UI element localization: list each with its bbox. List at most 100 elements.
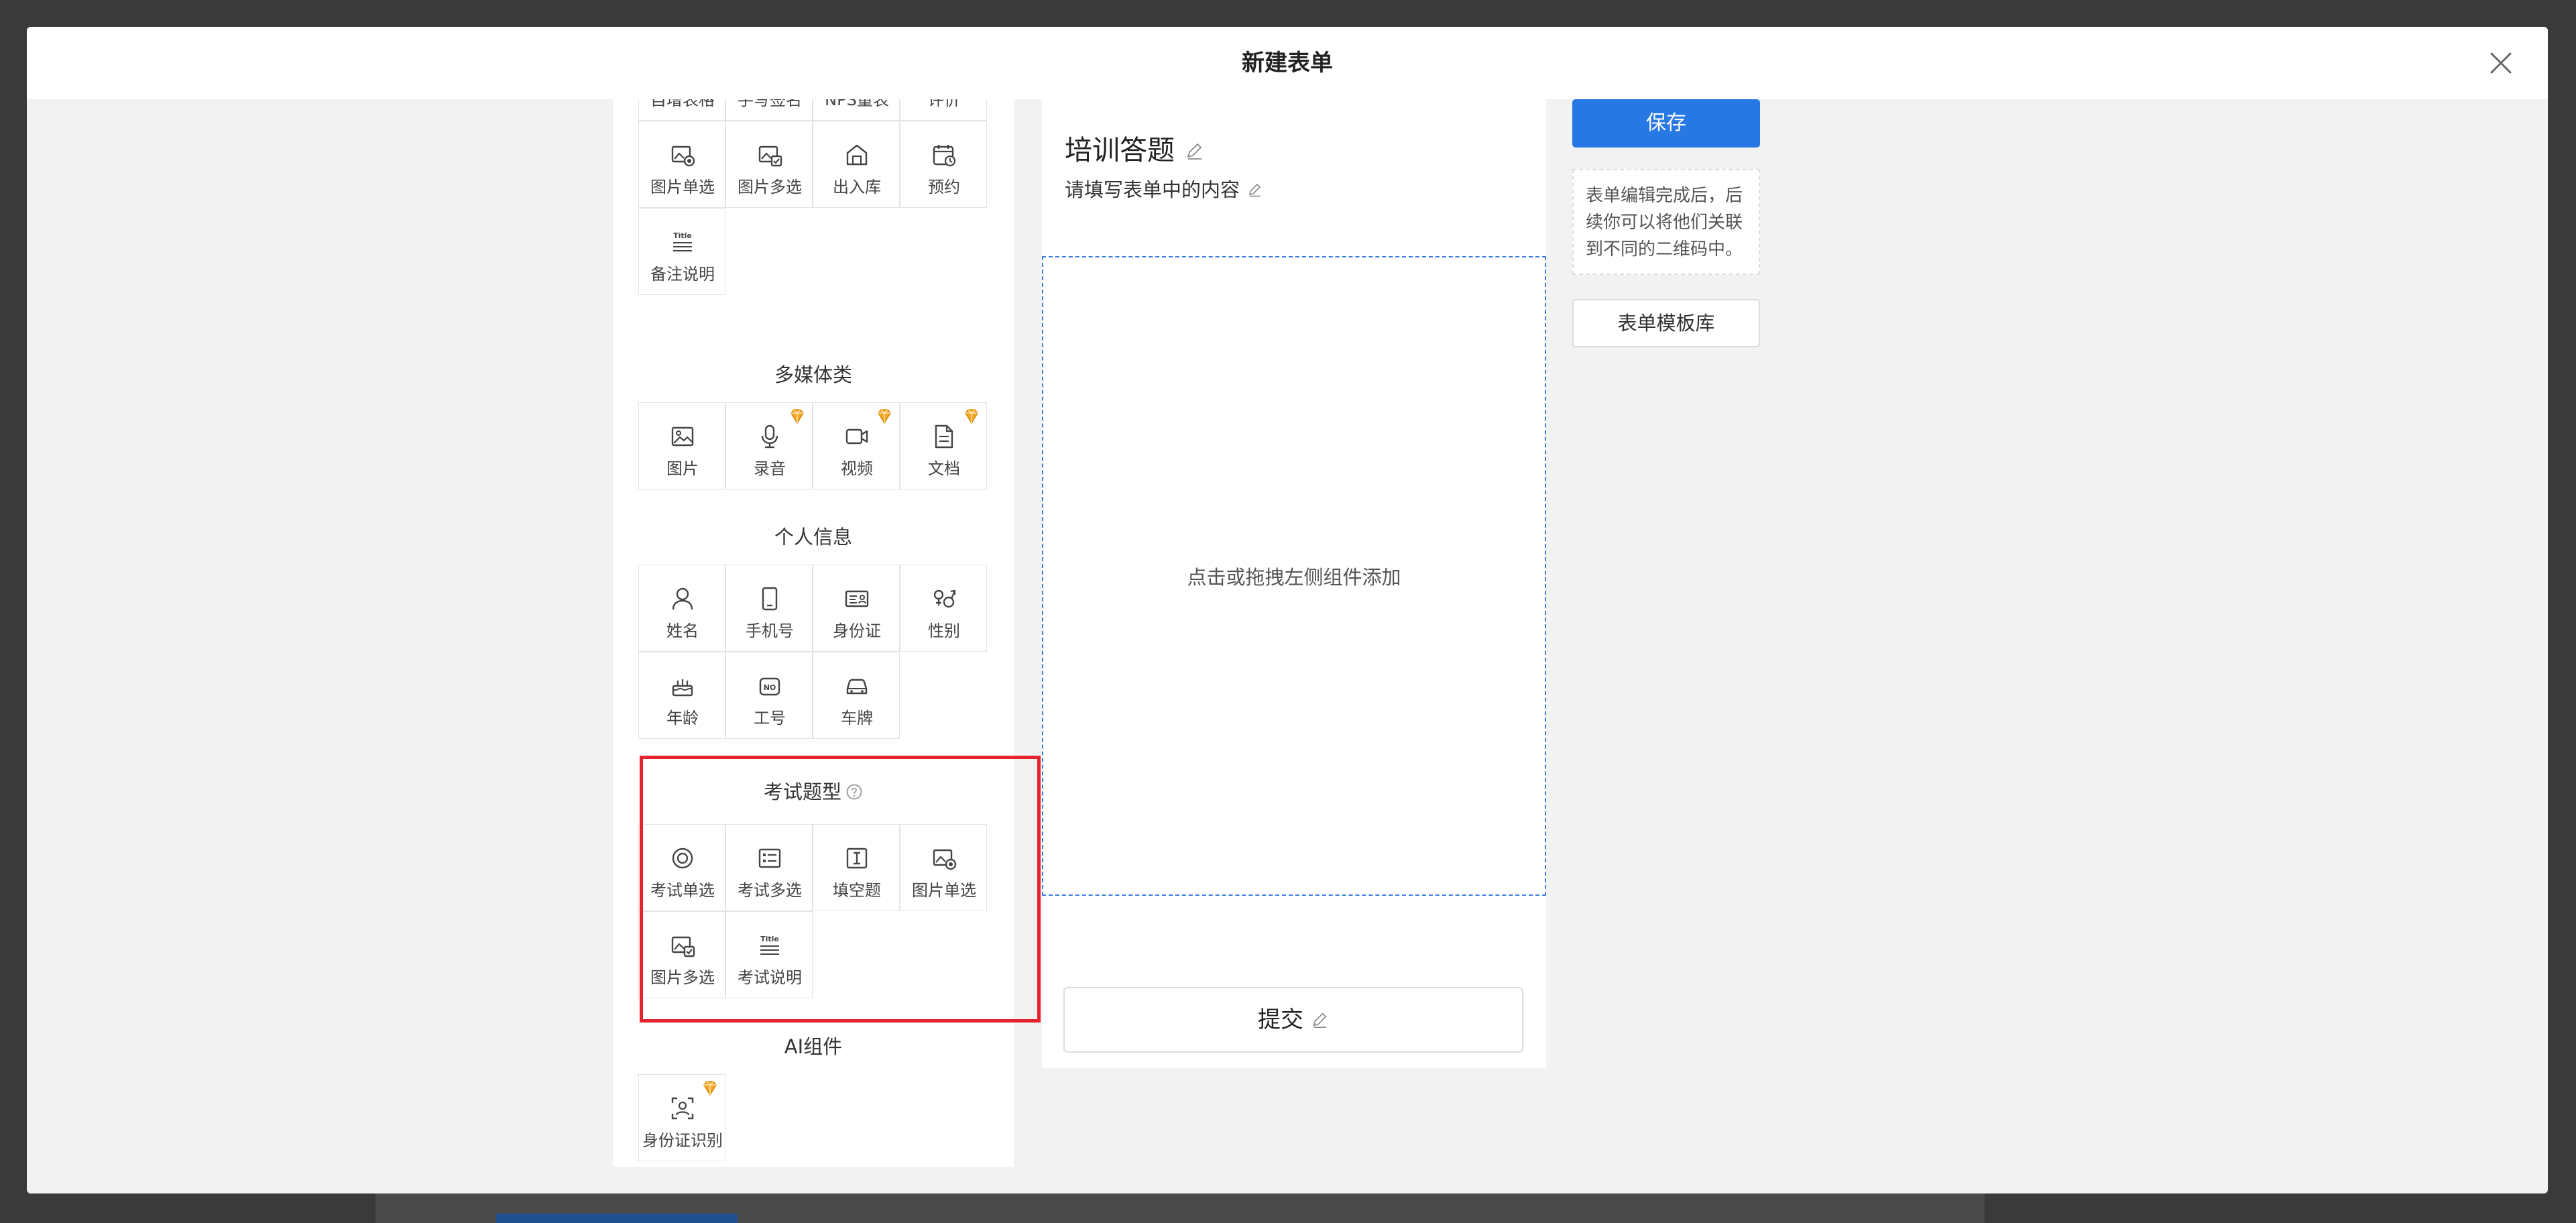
- component-exam-radio[interactable]: 考试单选: [638, 824, 725, 911]
- text-cursor-icon: [843, 845, 870, 872]
- microphone-icon: [756, 423, 783, 450]
- radio-icon: [669, 845, 696, 872]
- section-title-exam: 考试题型: [613, 776, 1014, 805]
- title-note-icon: Title: [669, 229, 696, 255]
- component-video[interactable]: 视频: [813, 402, 900, 489]
- component-label: 身份证: [833, 622, 881, 640]
- component-label: 手机号: [746, 622, 794, 640]
- id-card-icon: [843, 585, 870, 612]
- document-icon: [931, 423, 957, 450]
- component-label: 考试单选: [650, 881, 715, 900]
- component-name[interactable]: 姓名: [638, 565, 725, 652]
- component-remark[interactable]: Title 备注说明: [638, 208, 725, 295]
- component-gender[interactable]: 性别: [900, 565, 987, 652]
- form-title[interactable]: 培训答题: [1065, 127, 1204, 168]
- component-document[interactable]: 文档: [900, 402, 987, 489]
- component-palette[interactable]: 自增表格 手写签名 NPS量表 评价 图片单选 图片多选 出入库 预约 Titl…: [613, 99, 1014, 1167]
- image-icon: [669, 423, 696, 450]
- section-title-ai: AI组件: [784, 1035, 843, 1058]
- svg-text:Title: Title: [673, 231, 692, 240]
- car-icon: [843, 673, 870, 699]
- component-label: 手写签名: [738, 99, 802, 109]
- component-signature[interactable]: 手写签名: [725, 99, 813, 121]
- component-label: 工号: [754, 709, 786, 727]
- modal-title: 新建表单: [1242, 50, 1333, 76]
- badge-number-icon: NO: [756, 673, 783, 699]
- section-title-exam-label: 考试题型: [763, 780, 841, 803]
- template-library-button[interactable]: 表单模板库: [1572, 299, 1760, 347]
- background-page-accent: [496, 1214, 738, 1223]
- modal-header: 新建表单: [27, 27, 2548, 99]
- component-license-plate[interactable]: 车牌: [813, 652, 900, 739]
- component-rating[interactable]: 评价: [900, 99, 987, 121]
- premium-gem-icon: [875, 407, 894, 426]
- component-label: 评价: [928, 99, 960, 109]
- help-icon[interactable]: [845, 782, 863, 800]
- component-id-recognition[interactable]: 身份证识别: [638, 1074, 725, 1161]
- component-image[interactable]: 图片: [638, 402, 725, 489]
- component-age[interactable]: 年龄: [638, 652, 725, 739]
- component-label: 性别: [928, 622, 960, 640]
- component-label: 图片单选: [912, 881, 976, 900]
- edit-pencil-icon[interactable]: [1246, 180, 1263, 197]
- close-icon: [2490, 52, 2512, 74]
- component-label: 自增表格: [650, 99, 715, 109]
- component-label: 图片多选: [738, 178, 802, 196]
- submit-button[interactable]: 提交: [1063, 987, 1523, 1053]
- video-icon: [843, 423, 870, 450]
- component-phone[interactable]: 手机号: [725, 565, 813, 652]
- image-checkbox-icon: [756, 141, 783, 168]
- component-nps[interactable]: NPS量表: [813, 99, 900, 121]
- component-exam-image-checkbox[interactable]: 图片多选: [638, 911, 725, 998]
- person-icon: [669, 585, 696, 612]
- save-button[interactable]: 保存: [1572, 99, 1760, 148]
- component-label: 文档: [928, 459, 960, 478]
- form-canvas: 培训答题 请填写表单中的内容 点击或拖拽左侧组件添加 提交: [1042, 99, 1546, 1068]
- image-radio-icon: [669, 141, 696, 168]
- component-label: 录音: [754, 459, 786, 478]
- image-radio-icon: [931, 845, 957, 872]
- component-label: 年龄: [666, 709, 699, 727]
- component-image-checkbox[interactable]: 图片多选: [725, 121, 813, 208]
- component-fill-blank[interactable]: 填空题: [813, 824, 900, 911]
- premium-gem-icon: [962, 407, 981, 426]
- svg-text:NO: NO: [764, 683, 776, 692]
- warehouse-icon: [843, 141, 870, 168]
- component-label: 考试多选: [738, 881, 802, 900]
- premium-gem-icon: [788, 407, 807, 426]
- component-drop-zone[interactable]: 点击或拖拽左侧组件添加: [1042, 256, 1546, 896]
- face-scan-icon: [669, 1095, 696, 1122]
- section-title-media: 多媒体类: [774, 363, 852, 386]
- section-title-personal: 个人信息: [774, 526, 852, 548]
- title-note-icon: Title: [756, 932, 783, 959]
- calendar-clock-icon: [931, 141, 957, 168]
- component-auto-table[interactable]: 自增表格: [638, 99, 725, 121]
- component-appointment[interactable]: 预约: [900, 121, 987, 208]
- component-exam-image-radio[interactable]: 图片单选: [900, 824, 987, 911]
- component-warehouse[interactable]: 出入库: [813, 121, 900, 208]
- edit-pencil-icon[interactable]: [1184, 135, 1204, 160]
- image-checkbox-icon: [669, 932, 696, 959]
- component-label: 车牌: [841, 709, 873, 727]
- edit-pencil-icon[interactable]: [1310, 990, 1329, 1029]
- premium-gem-icon: [701, 1079, 719, 1098]
- svg-text:Title: Title: [760, 935, 779, 943]
- component-audio[interactable]: 录音: [725, 402, 813, 489]
- component-employee-number[interactable]: NO 工号: [725, 652, 813, 739]
- component-label: 身份证识别: [642, 1131, 723, 1150]
- component-label: 考试说明: [738, 968, 802, 987]
- component-label: 备注说明: [650, 265, 715, 284]
- drop-zone-hint: 点击或拖拽左侧组件添加: [1187, 566, 1401, 589]
- gender-icon: [931, 585, 957, 612]
- component-label: NPS量表: [825, 99, 889, 109]
- close-button[interactable]: [2485, 47, 2517, 79]
- form-description[interactable]: 请填写表单中的内容: [1065, 174, 1263, 202]
- submit-button-label: 提交: [1258, 1006, 1303, 1033]
- component-label: 填空题: [833, 881, 881, 900]
- component-label: 出入库: [833, 178, 881, 196]
- component-image-radio[interactable]: 图片单选: [638, 121, 725, 208]
- component-exam-checkbox[interactable]: 考试多选: [725, 824, 813, 911]
- component-id-card[interactable]: 身份证: [813, 565, 900, 652]
- component-exam-note[interactable]: Title 考试说明: [725, 911, 813, 998]
- component-label: 预约: [928, 178, 960, 196]
